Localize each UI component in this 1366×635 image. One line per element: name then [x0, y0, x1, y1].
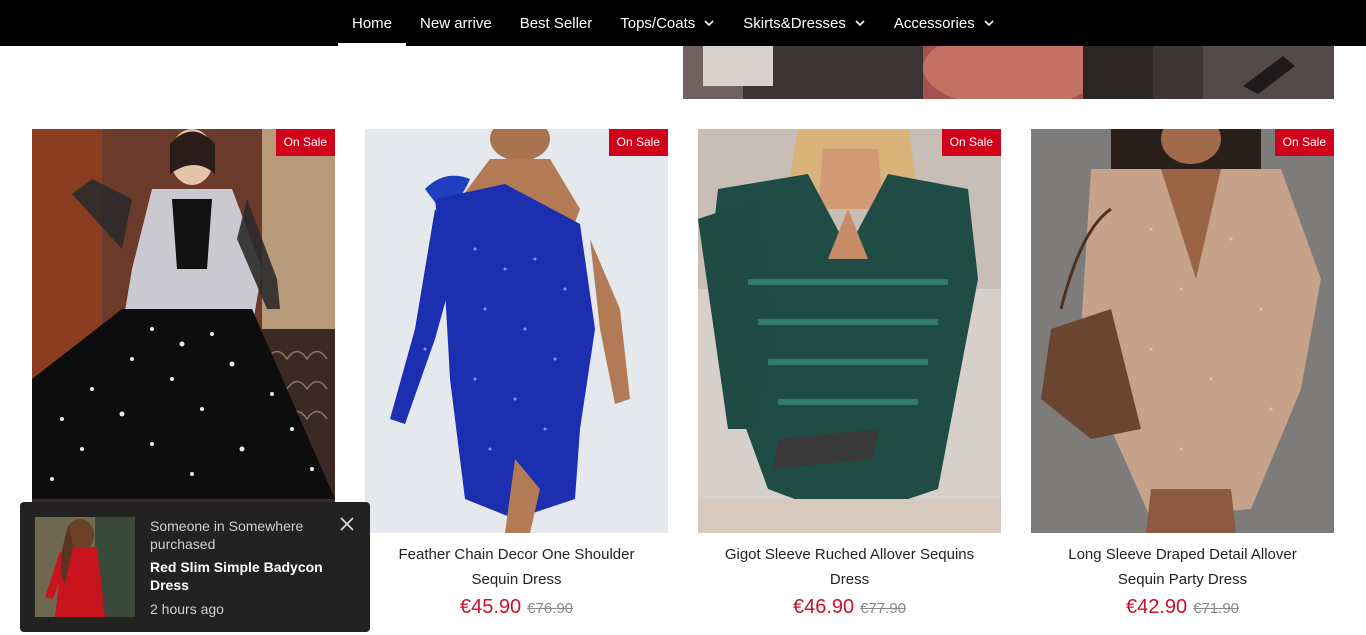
recent-purchase-popup[interactable]: Someone in Somewhere purchased Red Slim …: [20, 502, 370, 632]
chevron-down-icon: [854, 17, 866, 29]
sale-badge: On Sale: [1274, 129, 1334, 156]
nav-item-label: Skirts&Dresses: [743, 14, 846, 32]
product-image[interactable]: On Sale: [698, 129, 1001, 533]
product-title[interactable]: Long Sleeve Draped Detail Allover Sequin…: [1031, 542, 1334, 592]
product-image[interactable]: On Sale: [1031, 129, 1334, 533]
nav-item-home[interactable]: Home: [338, 0, 407, 46]
sale-badge: On Sale: [608, 129, 668, 156]
nav-item-accessories[interactable]: Accessories: [880, 0, 1009, 46]
top-navigation: Home New arrive Best Seller Tops/Coats S…: [0, 0, 1366, 46]
nav-item-skirts-dresses[interactable]: Skirts&Dresses: [729, 0, 880, 46]
sale-badge: On Sale: [275, 129, 335, 156]
nav-item-label: Best Seller: [519, 14, 593, 32]
popup-time: 2 hours ago: [150, 601, 224, 617]
product-price: €46.90 €77.90: [698, 596, 1001, 619]
close-icon[interactable]: [340, 517, 354, 531]
nav-item-best-seller[interactable]: Best Seller: [506, 0, 607, 46]
chevron-down-icon: [703, 17, 715, 29]
product-card[interactable]: On Sale Long Sleeve Draped Detail Allove…: [1031, 129, 1334, 619]
popup-product-image[interactable]: [35, 517, 135, 617]
original-price: €71.90: [1193, 600, 1240, 617]
product-price: €45.90 €76.90: [365, 596, 668, 619]
sale-price: €46.90: [792, 596, 855, 618]
original-price: €76.90: [527, 600, 574, 617]
product-title[interactable]: Feather Chain Decor One Shoulder Sequin …: [365, 542, 668, 592]
sale-price: €42.90: [1125, 596, 1188, 618]
original-price: €77.90: [860, 600, 907, 617]
nav-item-new-arrive[interactable]: New arrive: [406, 0, 506, 46]
banner-image[interactable]: [683, 46, 1334, 99]
product-card[interactable]: On Sale Feather Chain Decor One Shoulder…: [365, 129, 668, 619]
product-image[interactable]: On Sale: [32, 129, 335, 533]
product-card[interactable]: On Sale Gigot Sleeve Ruched Allover Sequ…: [698, 129, 1001, 619]
sale-price: €45.90: [459, 596, 522, 618]
nav-item-label: Home: [352, 14, 393, 32]
popup-product-name[interactable]: Red Slim Simple Badycon Dress: [150, 558, 340, 594]
product-image[interactable]: On Sale: [365, 129, 668, 533]
nav-item-label: Accessories: [893, 14, 975, 32]
chevron-down-icon: [983, 17, 995, 29]
product-card[interactable]: On Sale: [32, 129, 335, 533]
product-price: €42.90 €71.90: [1031, 596, 1334, 619]
nav-item-label: New arrive: [420, 14, 492, 32]
nav-menu: Home New arrive Best Seller Tops/Coats S…: [338, 0, 1009, 46]
nav-item-label: Tops/Coats: [620, 14, 696, 32]
popup-who-text: Someone in Somewhere purchased: [150, 518, 304, 552]
product-title[interactable]: Gigot Sleeve Ruched Allover Sequins Dres…: [698, 542, 1001, 592]
nav-item-tops-coats[interactable]: Tops/Coats: [606, 0, 729, 46]
sale-badge: On Sale: [941, 129, 1001, 156]
